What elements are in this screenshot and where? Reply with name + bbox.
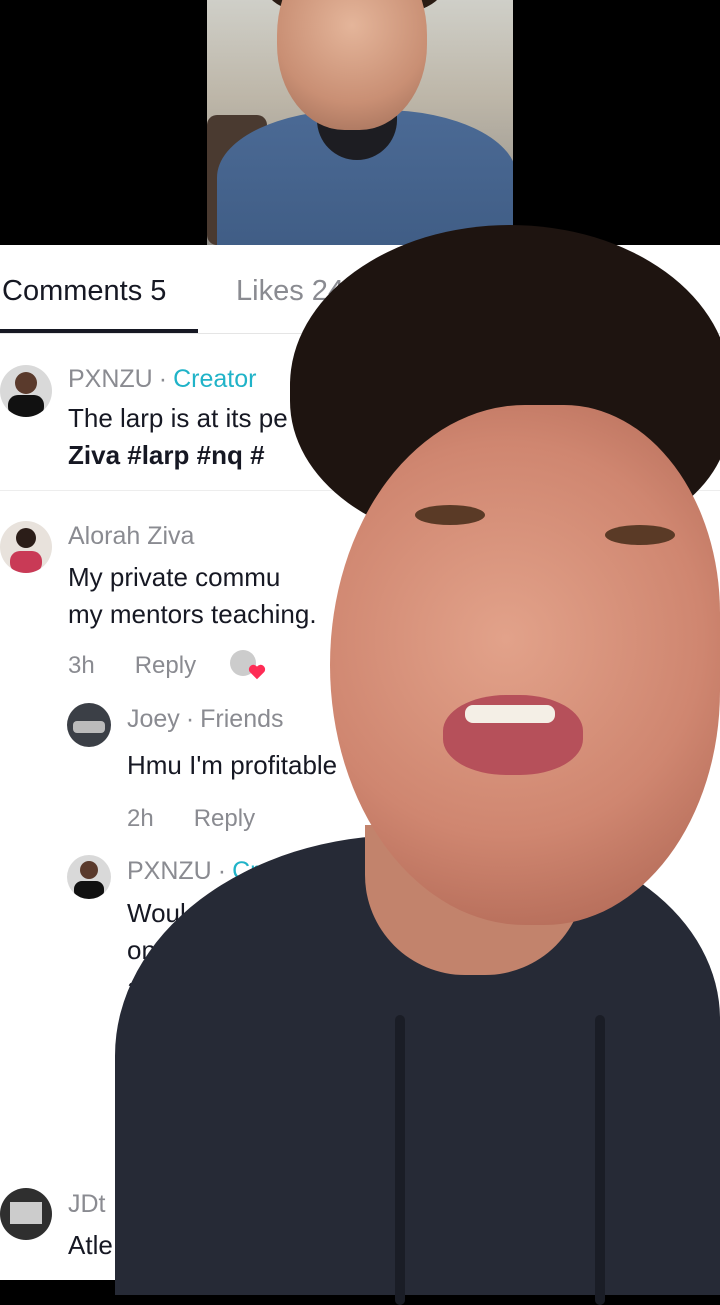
comment-time: 3h [68,652,95,679]
comment-time: 2h [127,805,154,832]
avatar[interactable] [0,1188,52,1240]
comment-text-line: actual [127,972,197,1002]
avatar-image [10,528,42,573]
avatar-image [73,721,105,733]
avatar[interactable] [67,855,111,899]
video-frame [207,0,513,245]
comment-username[interactable]: JDt [68,1190,106,1219]
active-tab-indicator [0,329,198,333]
comment-text-line: Atle [68,1230,113,1260]
comment-meta: 3h Reply [68,652,196,680]
comment-username[interactable]: PXNZU · Creator [127,857,315,886]
comment-username[interactable]: Joey · Friends [127,705,284,734]
avatar[interactable] [0,365,52,417]
comment-text-line: my mentors teaching. [68,599,317,629]
comment-text-line: tea [127,1009,164,1039]
top-video[interactable] [0,0,720,245]
comment-username[interactable]: PXNZU · Creator [68,365,256,394]
comment-text-line: li [127,1046,139,1076]
tab-bar: Comments 5 Likes 24 [0,245,720,334]
comment-meta: 2h Reply [127,805,255,833]
comment-text-line: My private commu [68,562,281,592]
avatar[interactable] [67,703,111,747]
tab-comments-count: 5 [150,275,167,307]
tab-likes-label: Likes [236,275,304,307]
comment-text-line: Would love to [127,898,285,928]
tab-comments[interactable]: Comments 5 [2,275,166,308]
divider [0,490,720,491]
comment-text-line: The larp is at its pe [68,403,288,433]
avatar-image [74,861,104,899]
reply-button[interactable]: Reply [135,652,196,679]
comment-username[interactable]: Alorah Ziva [68,522,194,551]
avatar-image [10,1202,42,1224]
reply-button[interactable]: Reply [194,805,255,832]
comment-text-line: one of you [127,935,249,965]
avatar-image [8,372,44,417]
comment-text-line: Hmu I'm profitable [127,750,338,780]
tab-likes-count: 24 [311,275,344,307]
heart-icon [248,664,266,680]
comment-text-line: Ziva #larp #nq # [68,440,265,470]
creator-badge: Creator [173,365,257,393]
comments-panel: Comments 5 Likes 24 PXNZU · Creator The larp… [0,245,720,1280]
friends-badge: Friends [200,705,284,733]
creator-badge: Creator [232,857,316,885]
avatar[interactable] [0,521,52,573]
tab-likes[interactable]: Likes 24 [236,275,344,308]
tab-comments-label: Comments [2,275,143,307]
